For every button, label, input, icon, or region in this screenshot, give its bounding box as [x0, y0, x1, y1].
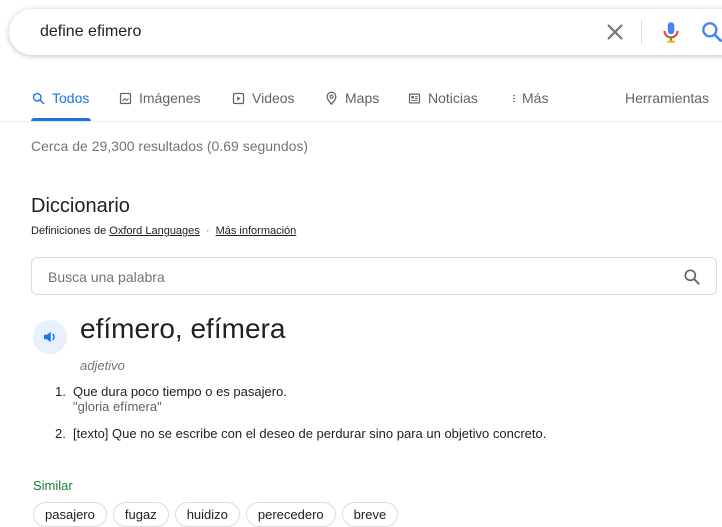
tabs-divider [0, 121, 722, 122]
speaker-icon [44, 331, 55, 343]
tab-mas[interactable]: Más [509, 90, 548, 106]
tab-herramientas[interactable]: Herramientas [625, 90, 709, 106]
tab-noticias[interactable]: Noticias [407, 90, 478, 106]
headword: efímero, efímera [80, 313, 286, 344]
similar-word-chip[interactable]: breve [341, 502, 399, 527]
tab-videos[interactable]: Videos [231, 90, 295, 106]
similar-word-chip[interactable]: huidizo [174, 502, 240, 527]
part-of-speech: adjetivo [80, 358, 125, 373]
tab-label: Noticias [428, 90, 478, 106]
definition-text: [texto] Que no se escribe con el deseo d… [73, 426, 547, 441]
video-icon [232, 92, 245, 104]
dictionary-title: Diccionario [31, 195, 130, 217]
source-separator: · [205, 225, 210, 237]
tab-todos[interactable]: Todos [31, 90, 89, 106]
oxford-languages-link[interactable]: Oxford Languages [109, 225, 200, 237]
news-icon [408, 93, 421, 103]
search-icon[interactable] [682, 267, 702, 287]
definition-item: 2. [texto] Que no se escribe con el dese… [33, 426, 713, 441]
definition-number: 2. [55, 426, 66, 441]
similar-label: Similar [33, 478, 73, 493]
tab-label: Herramientas [625, 90, 710, 106]
dictionary-source: Definiciones de Oxford Languages · Más i… [31, 225, 296, 237]
definition-item: 1. Que dura poco tiempo o es pasajero. "… [33, 384, 713, 414]
source-prefix: Definiciones de [31, 225, 107, 237]
pronunciation-button[interactable] [33, 320, 67, 354]
microphone-icon[interactable] [658, 19, 684, 45]
tab-label: Imágenes [139, 90, 201, 106]
more-info-link[interactable]: Más información [216, 225, 297, 237]
definitions-list: 1. Que dura poco tiempo o es pasajero. "… [33, 384, 713, 453]
clear-icon[interactable] [602, 19, 628, 45]
more-icon [513, 94, 515, 102]
map-pin-icon [326, 91, 337, 105]
search-icon[interactable] [699, 19, 722, 45]
tab-label: Videos [252, 90, 295, 106]
dictionary-search-box[interactable] [31, 257, 717, 295]
similar-word-chip[interactable]: perecedero [245, 502, 336, 527]
similar-word-chip[interactable]: fugaz [112, 502, 169, 527]
search-divider [641, 20, 642, 44]
definition-example: "gloria efímera" [73, 399, 162, 414]
definition-number: 1. [55, 384, 66, 399]
similar-words: pasajero fugaz huidizo perecedero breve [33, 502, 399, 527]
image-icon [119, 92, 132, 104]
tab-label: Maps [345, 90, 380, 106]
search-query-text[interactable]: define efimero [40, 23, 141, 41]
dictionary-search-input[interactable] [46, 265, 650, 289]
result-stats: Cerca de 29,300 resultados (0.69 segundo… [31, 138, 309, 154]
search-tabs: Todos Imágenes Videos Maps Noticias Más … [0, 84, 722, 124]
tab-label: Todos [52, 90, 90, 106]
tab-imagenes[interactable]: Imágenes [118, 90, 200, 106]
search-bar[interactable]: define efimero [9, 9, 722, 55]
tab-label: Más [522, 90, 549, 106]
search-icon [32, 92, 45, 104]
definition-text: Que dura poco tiempo o es pasajero. [73, 384, 287, 399]
tab-maps[interactable]: Maps [324, 90, 379, 106]
similar-word-chip[interactable]: pasajero [33, 502, 107, 527]
